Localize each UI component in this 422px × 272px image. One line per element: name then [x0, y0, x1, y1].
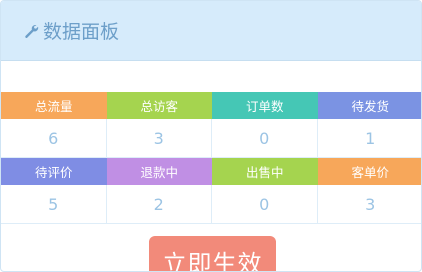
stat-label-to-review: 待评价	[1, 158, 107, 185]
wrench-icon	[23, 23, 39, 39]
apply-now-button[interactable]: 立即生效	[149, 236, 276, 272]
stat-value-orders[interactable]: 0	[212, 119, 318, 158]
stat-value-total-visitors[interactable]: 3	[107, 119, 213, 158]
stat-value-on-sale[interactable]: 0	[212, 185, 318, 224]
stat-value-avg-order-value[interactable]: 3	[318, 185, 422, 224]
panel-title: 数据面板	[43, 17, 119, 44]
stats-value-row-2: 5 2 0 3	[1, 185, 422, 224]
stat-value-to-review[interactable]: 5	[1, 185, 107, 224]
data-panel: 数据面板 总流量 总访客 订单数 待发货 6 3 0 1 待评价 退款中 出售中…	[0, 0, 422, 272]
stats-value-row-1: 6 3 0 1	[1, 119, 422, 158]
stats-header-row-2: 待评价 退款中 出售中 客单价	[1, 158, 422, 185]
stat-value-to-ship[interactable]: 1	[318, 119, 422, 158]
stat-label-total-visitors: 总访客	[107, 92, 213, 119]
stat-label-refunding: 退款中	[107, 158, 213, 185]
stat-label-on-sale: 出售中	[212, 158, 318, 185]
stat-value-refunding[interactable]: 2	[107, 185, 213, 224]
stat-label-orders: 订单数	[212, 92, 318, 119]
stat-label-total-traffic: 总流量	[1, 92, 107, 119]
stat-value-total-traffic[interactable]: 6	[1, 119, 107, 158]
stat-label-to-ship: 待发货	[318, 92, 422, 119]
stats-grid: 总流量 总访客 订单数 待发货 6 3 0 1 待评价 退款中 出售中 客单价 …	[1, 92, 422, 224]
stat-label-avg-order-value: 客单价	[318, 158, 422, 185]
panel-header: 数据面板	[1, 1, 421, 61]
stats-header-row-1: 总流量 总访客 订单数 待发货	[1, 92, 422, 119]
